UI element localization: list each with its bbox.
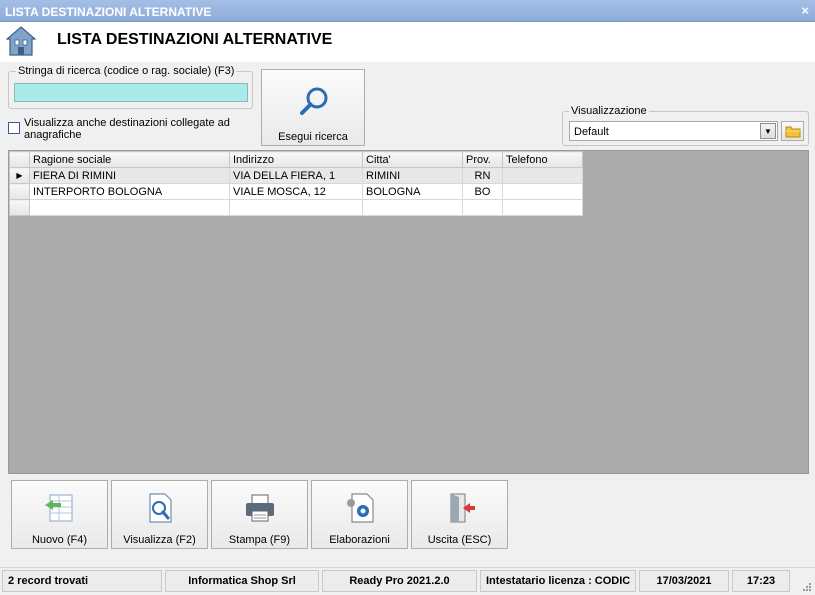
status-company: Informatica Shop Srl	[165, 570, 319, 592]
search-legend: Stringa di ricerca (codice o rag. social…	[16, 65, 237, 77]
window-titlebar: LISTA DESTINAZIONI ALTERNATIVE ×	[0, 0, 815, 22]
cell-prov[interactable]: RN	[462, 167, 503, 184]
status-bar: 2 record trovati Informatica Shop Srl Re…	[0, 567, 815, 595]
results-table: Ragione sociale Indirizzo Citta' Prov. T…	[9, 151, 583, 216]
processing-gear-icon	[347, 493, 374, 523]
exit-button-label: Uscita (ESC)	[427, 534, 492, 546]
cell-prov[interactable]	[462, 199, 503, 216]
row-indicator: ▶	[9, 167, 30, 184]
results-grid[interactable]: Ragione sociale Indirizzo Citta' Prov. T…	[8, 150, 809, 474]
cell-ragione-sociale[interactable]	[29, 199, 230, 216]
view-document-icon	[149, 493, 172, 523]
print-button-label: Stampa (F9)	[228, 534, 291, 546]
linked-destinations-checkbox[interactable]	[8, 122, 20, 134]
resize-grip-icon[interactable]	[802, 582, 812, 592]
column-header-telefono[interactable]: Telefono	[502, 151, 583, 168]
processing-button-label: Elaborazioni	[329, 534, 390, 546]
cell-citta[interactable]	[362, 199, 463, 216]
search-button[interactable]: Esegui ricerca	[261, 69, 365, 146]
close-icon[interactable]: ×	[801, 3, 809, 18]
visualization-group: Visualizzazione Default ▼	[562, 105, 809, 146]
cell-telefono[interactable]	[502, 183, 583, 200]
cell-indirizzo[interactable]: VIA DELLA FIERA, 1	[229, 167, 363, 184]
new-button[interactable]: Nuovo (F4)	[11, 480, 108, 549]
view-button[interactable]: Visualizza (F2)	[111, 480, 208, 549]
cell-indirizzo[interactable]	[229, 199, 363, 216]
table-header-row: Ragione sociale Indirizzo Citta' Prov. T…	[9, 151, 583, 168]
processing-button[interactable]: Elaborazioni	[311, 480, 408, 549]
status-time: 17:23	[732, 570, 790, 592]
row-indicator	[9, 199, 30, 216]
print-button[interactable]: Stampa (F9)	[211, 480, 308, 549]
cell-telefono[interactable]	[502, 199, 583, 216]
cell-ragione-sociale[interactable]: FIERA DI RIMINI	[29, 167, 230, 184]
cell-telefono[interactable]	[502, 167, 583, 184]
row-header-corner	[9, 151, 30, 168]
column-header-citta[interactable]: Citta'	[362, 151, 463, 168]
linked-destinations-label: Visualizza anche destinazioni collegate …	[24, 117, 230, 141]
magnifier-icon	[300, 87, 328, 115]
cell-ragione-sociale[interactable]: INTERPORTO BOLOGNA	[29, 183, 230, 200]
status-product: Ready Pro 2021.2.0	[322, 570, 477, 592]
cell-prov[interactable]: BO	[462, 183, 503, 200]
window-title: LISTA DESTINAZIONI ALTERNATIVE	[5, 5, 212, 19]
status-record-count: 2 record trovati	[2, 570, 162, 592]
home-icon	[6, 26, 36, 56]
visualization-selected-value: Default	[574, 126, 609, 138]
row-indicator	[9, 183, 30, 200]
folder-icon	[785, 126, 801, 138]
column-header-prov[interactable]: Prov.	[462, 151, 503, 168]
table-row[interactable]: INTERPORTO BOLOGNA VIALE MOSCA, 12 BOLOG…	[9, 183, 583, 200]
table-row[interactable]: ▶ FIERA DI RIMINI VIA DELLA FIERA, 1 RIM…	[9, 167, 583, 184]
cell-indirizzo[interactable]: VIALE MOSCA, 12	[229, 183, 363, 200]
new-button-label: Nuovo (F4)	[31, 534, 88, 546]
cell-citta[interactable]: BOLOGNA	[362, 183, 463, 200]
page-title: LISTA DESTINAZIONI ALTERNATIVE	[57, 31, 333, 48]
view-button-label: Visualizza (F2)	[123, 534, 196, 546]
visualization-legend: Visualizzazione	[569, 105, 649, 117]
cell-citta[interactable]: RIMINI	[362, 167, 463, 184]
search-button-label: Esegui ricerca	[278, 131, 348, 143]
open-layout-button[interactable]	[781, 121, 804, 141]
exit-door-icon	[450, 493, 475, 523]
search-group: Stringa di ricerca (codice o rag. social…	[8, 65, 253, 109]
status-date: 17/03/2021	[639, 570, 729, 592]
exit-button[interactable]: Uscita (ESC)	[411, 480, 508, 549]
page-header: LISTA DESTINAZIONI ALTERNATIVE	[0, 22, 815, 62]
status-license: Intestatario licenza : CODIC	[480, 570, 636, 592]
column-header-indirizzo[interactable]: Indirizzo	[229, 151, 363, 168]
new-record-icon	[45, 494, 73, 522]
search-input[interactable]	[14, 83, 248, 102]
column-header-ragione-sociale[interactable]: Ragione sociale	[29, 151, 230, 168]
chevron-down-icon[interactable]: ▼	[760, 123, 776, 139]
printer-icon	[246, 494, 274, 522]
table-row-new[interactable]	[9, 199, 583, 216]
visualization-select[interactable]: Default ▼	[569, 121, 778, 141]
